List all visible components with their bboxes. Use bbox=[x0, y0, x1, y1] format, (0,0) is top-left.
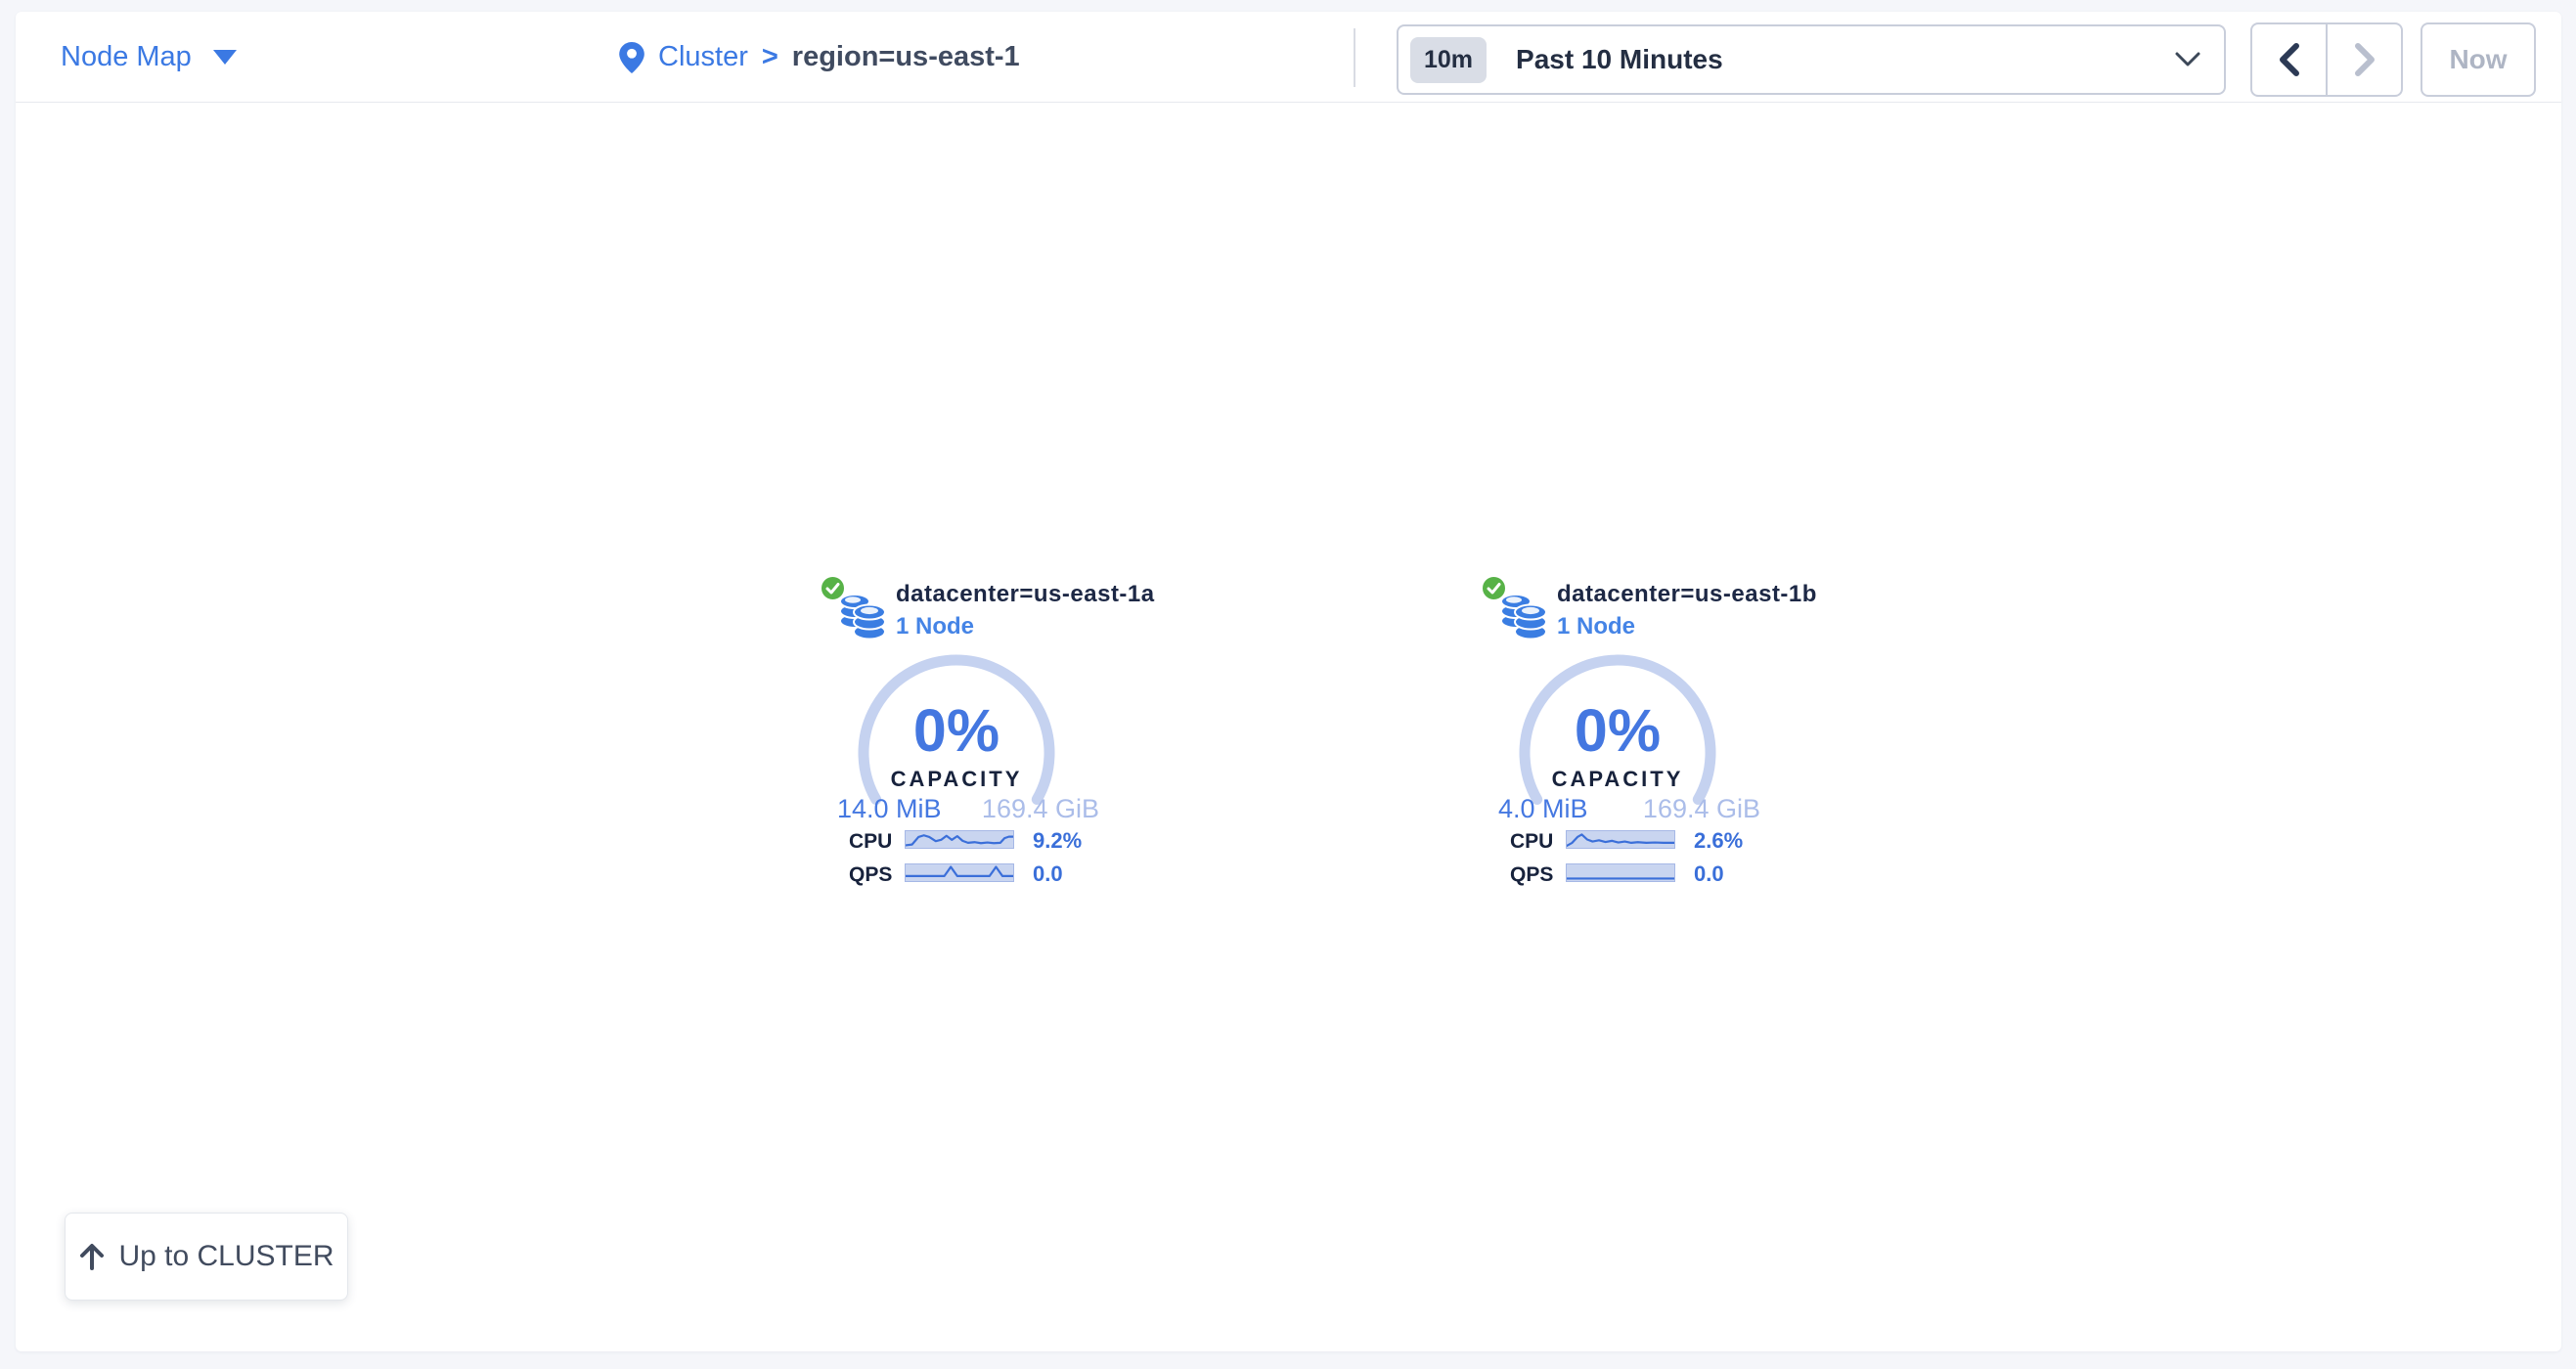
chevron-down-icon bbox=[2175, 52, 2200, 67]
cpu-value: 2.6% bbox=[1694, 828, 1743, 854]
capacity-used: 4.0 MiB bbox=[1498, 794, 1588, 824]
header-divider bbox=[1354, 28, 1355, 87]
capacity-label: CAPACITY bbox=[1510, 767, 1725, 792]
breadcrumb-current: region=us-east-1 bbox=[792, 41, 1020, 73]
time-range-label: Past 10 Minutes bbox=[1516, 44, 1723, 75]
qps-value: 0.0 bbox=[1694, 861, 1724, 887]
chevron-left-icon bbox=[2279, 43, 2300, 76]
locality-card-us-east-1a[interactable]: datacenter=us-east-1a 1 Node 0% CAPACITY… bbox=[820, 573, 1113, 896]
qps-stat-row: QPS 0.0 bbox=[820, 863, 1113, 887]
database-stack-icon bbox=[839, 592, 886, 640]
locality-title: datacenter=us-east-1b bbox=[1557, 581, 1817, 608]
cpu-value: 9.2% bbox=[1033, 828, 1082, 854]
locality-node-count: 1 Node bbox=[1557, 613, 1635, 640]
qps-label: QPS bbox=[849, 863, 892, 887]
cpu-stat-row: CPU 2.6% bbox=[1481, 830, 1774, 854]
page-header: Node Map Cluster > region=us-east-1 10m … bbox=[16, 12, 2561, 103]
breadcrumb-separator: > bbox=[762, 41, 778, 73]
capacity-used: 14.0 MiB bbox=[837, 794, 942, 824]
qps-stat-row: QPS 0.0 bbox=[1481, 863, 1774, 887]
database-stack-icon bbox=[1500, 592, 1547, 640]
capacity-total: 169.4 GiB bbox=[1643, 794, 1760, 824]
caret-down-icon bbox=[213, 50, 237, 65]
breadcrumb: Cluster > region=us-east-1 bbox=[619, 12, 1020, 103]
time-range-badge: 10m bbox=[1410, 37, 1487, 83]
locality-node-count: 1 Node bbox=[896, 613, 974, 640]
cpu-label: CPU bbox=[849, 830, 892, 854]
qps-sparkline bbox=[1566, 863, 1675, 882]
up-to-cluster-button[interactable]: Up to CLUSTER bbox=[65, 1213, 348, 1301]
up-to-cluster-label: Up to CLUSTER bbox=[118, 1240, 333, 1273]
node-map-page: Node Map Cluster > region=us-east-1 10m … bbox=[0, 0, 2576, 1369]
locality-card-us-east-1b[interactable]: datacenter=us-east-1b 1 Node 0% CAPACITY… bbox=[1481, 573, 1774, 896]
time-range-dropdown[interactable]: 10m Past 10 Minutes bbox=[1397, 24, 2226, 95]
locality-title: datacenter=us-east-1a bbox=[896, 581, 1155, 608]
qps-label: QPS bbox=[1510, 863, 1553, 887]
time-step-buttons bbox=[2250, 22, 2403, 97]
view-selector-dropdown[interactable]: Node Map bbox=[61, 12, 237, 103]
time-next-button[interactable] bbox=[2326, 24, 2401, 95]
location-pin-icon bbox=[619, 42, 644, 73]
time-prev-button[interactable] bbox=[2252, 24, 2326, 95]
capacity-percent: 0% bbox=[849, 696, 1064, 765]
arrow-up-icon bbox=[78, 1242, 106, 1271]
breadcrumb-cluster-link[interactable]: Cluster bbox=[658, 41, 748, 73]
content-panel: Node Map Cluster > region=us-east-1 10m … bbox=[16, 12, 2561, 1351]
capacity-label: CAPACITY bbox=[849, 767, 1064, 792]
now-button[interactable]: Now bbox=[2421, 22, 2536, 97]
cpu-label: CPU bbox=[1510, 830, 1553, 854]
capacity-values: 4.0 MiB 169.4 GiB bbox=[1498, 794, 1760, 824]
capacity-total: 169.4 GiB bbox=[982, 794, 1099, 824]
chevron-right-icon bbox=[2354, 43, 2376, 76]
view-selector-label: Node Map bbox=[61, 41, 192, 73]
capacity-values: 14.0 MiB 169.4 GiB bbox=[837, 794, 1099, 824]
cpu-stat-row: CPU 9.2% bbox=[820, 830, 1113, 854]
capacity-percent: 0% bbox=[1510, 696, 1725, 765]
cpu-sparkline bbox=[905, 830, 1014, 849]
qps-sparkline bbox=[905, 863, 1014, 882]
qps-value: 0.0 bbox=[1033, 861, 1063, 887]
cpu-sparkline bbox=[1566, 830, 1675, 849]
